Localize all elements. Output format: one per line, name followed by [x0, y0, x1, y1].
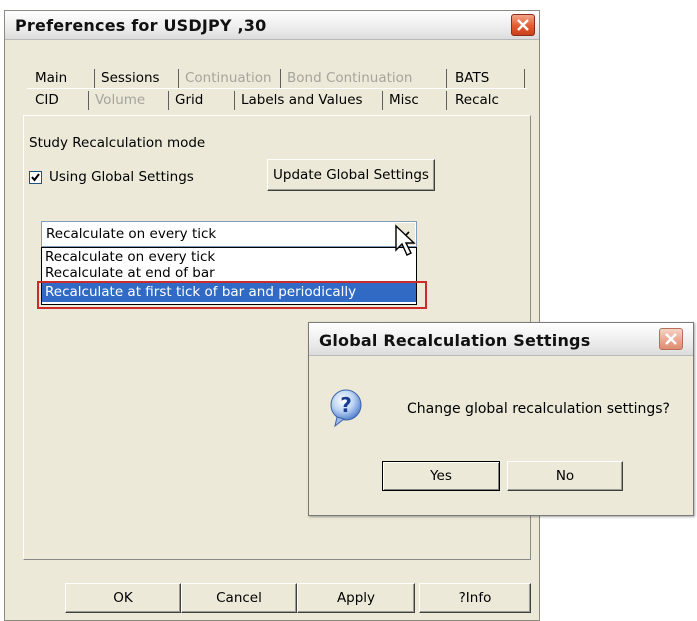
using-global-settings-checkbox[interactable] [29, 171, 42, 184]
title-bar[interactable]: Preferences for USDJPY ,30 [5, 11, 539, 40]
option-every-tick[interactable]: Recalculate on every tick [45, 249, 215, 265]
question-icon: ? [330, 389, 362, 428]
svg-text:?: ? [340, 393, 352, 417]
tab-volume[interactable]: Volume [89, 91, 169, 110]
preferences-dialog: Preferences for USDJPY ,30 Main Sessions… [4, 10, 540, 621]
tab-bats[interactable]: BATS [447, 69, 525, 88]
close-icon [517, 19, 529, 31]
info-button[interactable]: ?Info [419, 583, 531, 613]
dialog-title: Preferences for USDJPY ,30 [15, 16, 267, 35]
recalc-mode-select[interactable]: Recalculate on every tick [41, 221, 417, 247]
update-global-settings-button[interactable]: Update Global Settings [267, 159, 435, 191]
global-recalc-dialog: Global Recalculation Settings ? Change g… [308, 322, 694, 516]
close-button[interactable] [511, 14, 535, 36]
msgbox-title-bar[interactable]: Global Recalculation Settings [309, 323, 693, 356]
tab-continuation[interactable]: Continuation [179, 69, 281, 88]
highlight-annotation-box [37, 281, 427, 309]
checkmark-icon [31, 173, 40, 182]
tab-bond-continuation[interactable]: Bond Continuation [281, 69, 447, 88]
tab-labels-and-values[interactable]: Labels and Values [235, 91, 383, 110]
msgbox-close-button[interactable] [659, 328, 683, 350]
tab-recalc[interactable]: Recalc [447, 91, 527, 110]
tab-cid[interactable]: CID [29, 91, 89, 110]
tab-main[interactable]: Main [29, 69, 95, 88]
option-end-of-bar[interactable]: Recalculate at end of bar [45, 265, 215, 279]
msgbox-title: Global Recalculation Settings [319, 331, 591, 350]
apply-button[interactable]: Apply [297, 583, 415, 613]
tab-sessions[interactable]: Sessions [95, 69, 179, 88]
yes-button[interactable]: Yes [382, 461, 500, 491]
cancel-button[interactable]: Cancel [181, 583, 297, 613]
recalc-mode-value: Recalculate on every tick [46, 226, 217, 242]
mouse-cursor-icon [395, 224, 416, 256]
tab-misc[interactable]: Misc [383, 91, 447, 110]
tab-row-divider [27, 88, 527, 89]
no-button[interactable]: No [507, 461, 623, 491]
section-label: Study Recalculation mode [29, 135, 206, 151]
close-icon [665, 333, 677, 345]
ok-button[interactable]: OK [65, 583, 181, 613]
tab-grid[interactable]: Grid [169, 91, 235, 110]
msgbox-message: Change global recalculation settings? [407, 401, 670, 417]
using-global-settings-label: Using Global Settings [49, 169, 194, 185]
